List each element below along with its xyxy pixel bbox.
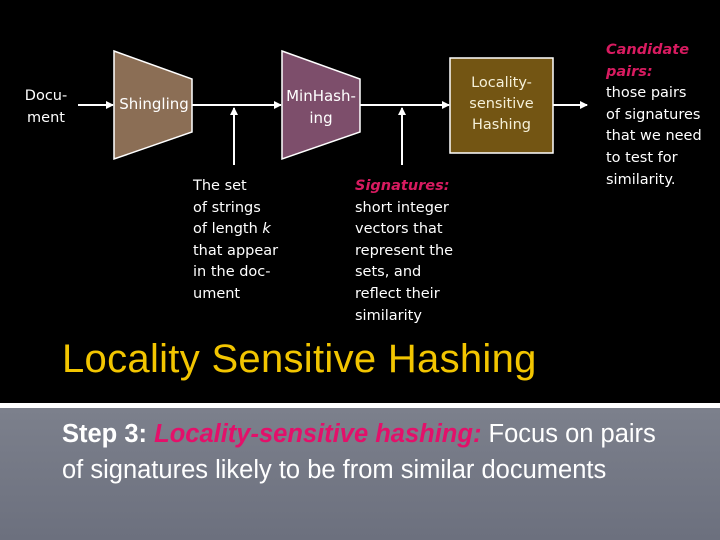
step-label: Step 3: [62, 420, 148, 448]
minhashing-label: Min­Hash- ing [286, 87, 356, 127]
signatures-annotation: Signatures: short integer vectors that r… [355, 176, 453, 327]
candidates-annotation: Candidate pairs: those pairs of signatur… [606, 40, 702, 191]
step-description: Step 3: Locality-sensitive hashing: Focu… [62, 416, 682, 488]
candidates-heading: Candidate pairs: [606, 42, 690, 80]
signatures-heading: Signatures: [355, 178, 450, 194]
signatures-text: short integer vectors that represent the… [355, 199, 454, 324]
document-label: Docu- ment [24, 88, 68, 126]
candidates-text: those pairs of signatures that we need t… [606, 85, 702, 188]
shingling-label: Shingling [119, 95, 189, 113]
step-emphasis: Locality-sensitive hashing: [154, 420, 482, 448]
shingles-annotation-text: The set of strings of length k that appe… [193, 178, 279, 302]
lsh-label: Locality- sensitive Hashing [469, 75, 534, 133]
shingles-annotation: The set of strings of length k that appe… [193, 176, 278, 306]
slide-title: Locality Sensitive Hashing [62, 337, 537, 381]
